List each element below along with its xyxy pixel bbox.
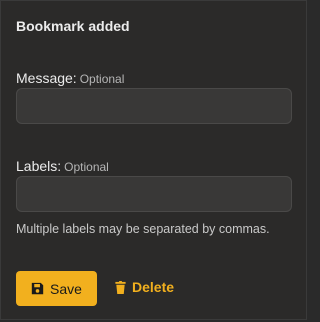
trash-icon xyxy=(115,280,126,294)
save-disk-icon xyxy=(31,282,44,295)
labels-optional-text: Optional xyxy=(64,160,109,174)
bookmark-panel: Bookmark added Message: Optional Labels: O… xyxy=(0,0,307,320)
message-label: Message: Optional xyxy=(16,70,124,86)
labels-hint: Multiple labels may be separated by comm… xyxy=(16,222,270,236)
labels-label: Labels: Optional xyxy=(16,158,109,174)
message-input[interactable] xyxy=(16,88,292,124)
save-button[interactable]: Save xyxy=(16,271,97,306)
labels-input[interactable] xyxy=(16,176,292,212)
panel-title: Bookmark added xyxy=(16,18,130,34)
save-button-label: Save xyxy=(50,280,82,297)
delete-button[interactable]: Delete xyxy=(115,279,174,295)
message-optional-text: Optional xyxy=(79,72,125,86)
message-label-text: Message: xyxy=(16,70,77,86)
labels-label-text: Labels: xyxy=(16,158,62,174)
delete-button-label: Delete xyxy=(132,279,175,295)
